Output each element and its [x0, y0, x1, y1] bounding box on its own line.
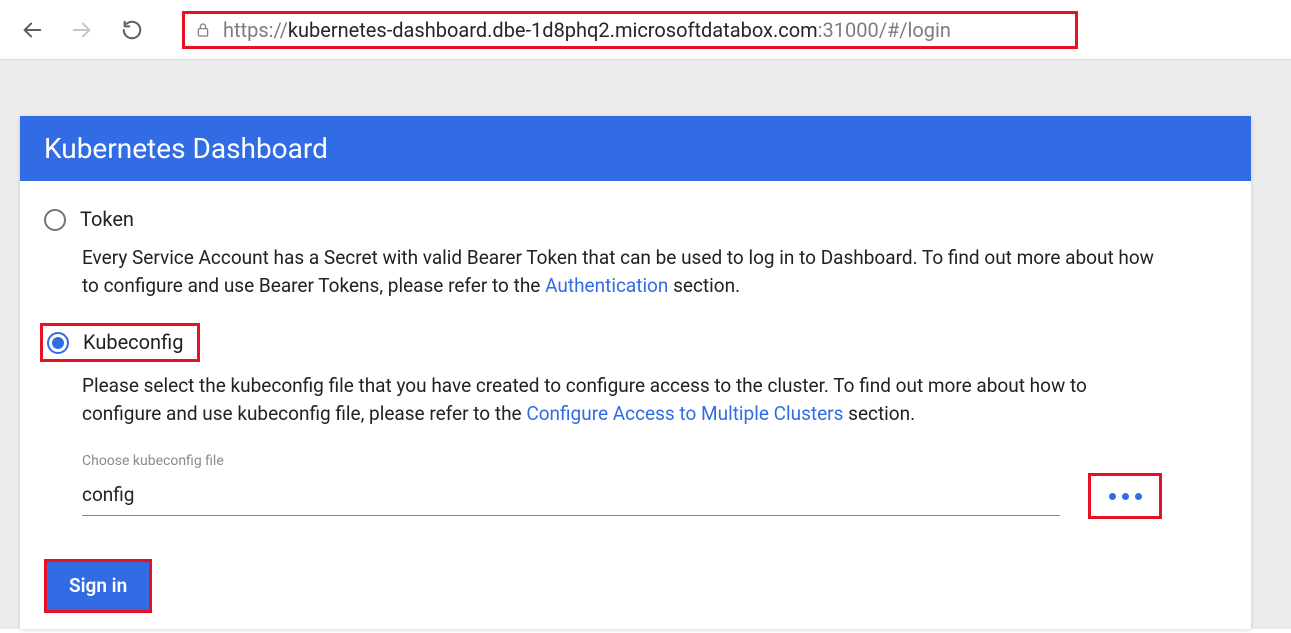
option-token-label: Token: [80, 205, 134, 234]
more-dots-icon: [1122, 493, 1129, 500]
option-token[interactable]: Token: [44, 205, 1227, 234]
file-picker-label: Choose kubeconfig file: [82, 451, 1162, 471]
browser-toolbar: https:// kubernetes-dashboard.dbe-1d8phq…: [0, 0, 1291, 60]
authentication-link[interactable]: Authentication: [545, 274, 668, 297]
radio-kubeconfig[interactable]: [47, 332, 69, 354]
url-text: https:// kubernetes-dashboard.dbe-1d8phq…: [223, 18, 951, 42]
page-title: Kubernetes Dashboard: [20, 116, 1251, 181]
radio-token[interactable]: [44, 209, 66, 231]
more-dots-icon: [1109, 493, 1116, 500]
back-icon[interactable]: [18, 16, 46, 44]
option-kubeconfig-desc: Please select the kubeconfig file that y…: [82, 372, 1162, 427]
file-picker-more-button[interactable]: [1088, 473, 1162, 519]
url-scheme: https://: [223, 18, 288, 42]
kubeconfig-file-picker: Choose kubeconfig file config: [82, 451, 1162, 519]
option-token-desc: Every Service Account has a Secret with …: [82, 244, 1162, 299]
option-kubeconfig[interactable]: Kubeconfig: [44, 323, 1227, 362]
login-card: Kubernetes Dashboard Token Every Service…: [20, 116, 1251, 629]
url-port-path: :31000/#/login: [818, 18, 951, 42]
file-picker-value[interactable]: config: [82, 477, 1060, 516]
forward-icon[interactable]: [68, 16, 96, 44]
token-desc-after: section.: [673, 274, 740, 297]
more-dots-icon: [1135, 493, 1142, 500]
kubeconfig-desc-after: section.: [848, 402, 915, 425]
configure-clusters-link[interactable]: Configure Access to Multiple Clusters: [526, 402, 843, 425]
option-kubeconfig-label: Kubeconfig: [83, 328, 183, 357]
address-bar[interactable]: https:// kubernetes-dashboard.dbe-1d8phq…: [182, 11, 1078, 49]
sign-in-button[interactable]: Sign in: [44, 559, 152, 613]
page-background: Kubernetes Dashboard Token Every Service…: [0, 60, 1291, 629]
url-host: kubernetes-dashboard.dbe-1d8phq2.microso…: [288, 18, 818, 42]
refresh-icon[interactable]: [118, 16, 146, 44]
lock-icon: [195, 21, 211, 39]
